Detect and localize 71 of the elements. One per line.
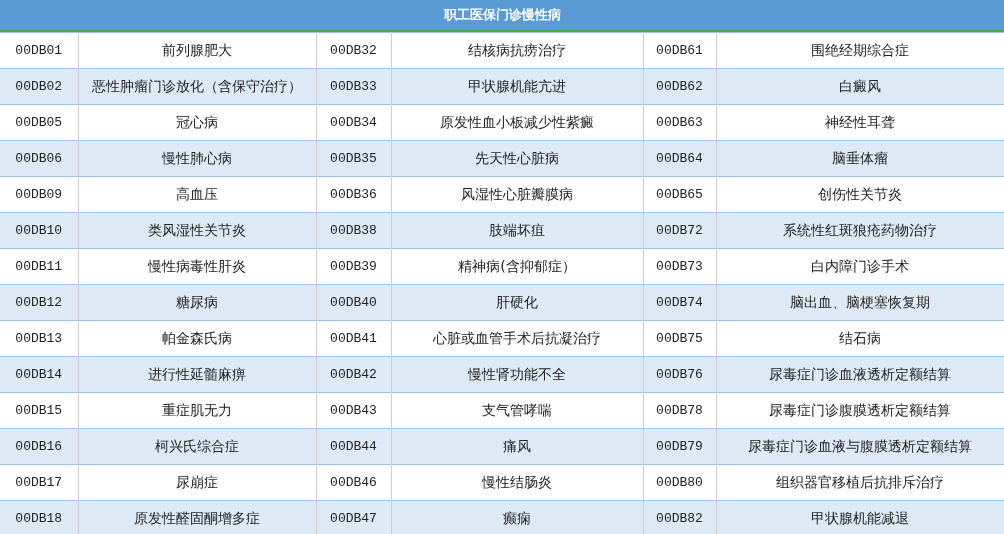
disease-code-cell: 00DB17 <box>0 464 78 501</box>
disease-code-cell: 00DB42 <box>316 356 391 393</box>
disease-name-cell: 精神病(含抑郁症） <box>391 248 643 285</box>
disease-code-cell: 00DB13 <box>0 320 78 357</box>
disease-code-cell: 00DB65 <box>643 176 716 213</box>
disease-name-cell: 甲状腺机能亢进 <box>391 68 643 105</box>
disease-code-cell: 00DB02 <box>0 68 78 105</box>
disease-code-cell: 00DB01 <box>0 32 78 69</box>
disease-name-cell: 慢性结肠炎 <box>391 464 643 501</box>
disease-name-cell: 糖尿病 <box>78 284 316 321</box>
disease-code-cell: 00DB79 <box>643 428 716 465</box>
disease-code-cell: 00DB33 <box>316 68 391 105</box>
disease-code-cell: 00DB76 <box>643 356 716 393</box>
disease-name-cell: 心脏或血管手术后抗凝治疗 <box>391 320 643 357</box>
table-title: 职工医保门诊慢性病 <box>0 0 1004 32</box>
disease-name-cell: 肢端坏疽 <box>391 212 643 249</box>
disease-name-cell: 原发性醛固酮增多症 <box>78 500 316 534</box>
disease-name-cell: 慢性肺心病 <box>78 140 316 177</box>
disease-code-cell: 00DB11 <box>0 248 78 285</box>
disease-code-cell: 00DB80 <box>643 464 716 501</box>
disease-code-cell: 00DB05 <box>0 104 78 141</box>
disease-code-cell: 00DB10 <box>0 212 78 249</box>
disease-name-cell: 风湿性心脏瓣膜病 <box>391 176 643 213</box>
disease-code-cell: 00DB73 <box>643 248 716 285</box>
disease-name-cell: 恶性肿瘤门诊放化（含保守治疗） <box>78 68 316 105</box>
disease-name-cell: 重症肌无力 <box>78 392 316 429</box>
disease-name-cell: 痛风 <box>391 428 643 465</box>
disease-code-cell: 00DB09 <box>0 176 78 213</box>
disease-code-cell: 00DB15 <box>0 392 78 429</box>
disease-name-cell: 类风湿性关节炎 <box>78 212 316 249</box>
disease-name-cell: 柯兴氏综合症 <box>78 428 316 465</box>
disease-name-cell: 尿崩症 <box>78 464 316 501</box>
disease-code-cell: 00DB64 <box>643 140 716 177</box>
disease-code-cell: 00DB61 <box>643 32 716 69</box>
disease-code-cell: 00DB41 <box>316 320 391 357</box>
disease-code-cell: 00DB18 <box>0 500 78 534</box>
disease-code-cell: 00DB06 <box>0 140 78 177</box>
disease-name-cell: 结核病抗痨治疗 <box>391 32 643 69</box>
disease-code-cell: 00DB75 <box>643 320 716 357</box>
disease-name-cell: 癫痫 <box>391 500 643 534</box>
disease-code-cell: 00DB74 <box>643 284 716 321</box>
disease-name-cell: 冠心病 <box>78 104 316 141</box>
disease-code-cell: 00DB82 <box>643 500 716 534</box>
disease-code-cell: 00DB62 <box>643 68 716 105</box>
disease-name-cell: 高血压 <box>78 176 316 213</box>
disease-code-cell: 00DB72 <box>643 212 716 249</box>
disease-code-cell: 00DB63 <box>643 104 716 141</box>
disease-code-cell: 00DB36 <box>316 176 391 213</box>
disease-code-cell: 00DB47 <box>316 500 391 534</box>
disease-name-cell: 原发性血小板减少性紫癜 <box>391 104 643 141</box>
disease-name-cell: 帕金森氏病 <box>78 320 316 357</box>
disease-code-cell: 00DB35 <box>316 140 391 177</box>
disease-code-cell: 00DB12 <box>0 284 78 321</box>
disease-name-cell: 先天性心脏病 <box>391 140 643 177</box>
disease-name-cell: 前列腺肥大 <box>78 32 316 69</box>
disease-name-cell: 支气管哮喘 <box>391 392 643 429</box>
disease-code-cell: 00DB40 <box>316 284 391 321</box>
disease-code-cell: 00DB16 <box>0 428 78 465</box>
disease-code-cell: 00DB78 <box>643 392 716 429</box>
disease-code-cell: 00DB39 <box>316 248 391 285</box>
disease-name-cell: 进行性延髓麻痹 <box>78 356 316 393</box>
disease-code-cell: 00DB32 <box>316 32 391 69</box>
disease-code-cell: 00DB46 <box>316 464 391 501</box>
disease-name-cell: 慢性肾功能不全 <box>391 356 643 393</box>
disease-code-cell: 00DB44 <box>316 428 391 465</box>
disease-code-cell: 00DB34 <box>316 104 391 141</box>
disease-name-cell: 肝硬化 <box>391 284 643 321</box>
disease-code-cell: 00DB43 <box>316 392 391 429</box>
disease-code-cell: 00DB14 <box>0 356 78 393</box>
disease-name-cell: 慢性病毒性肝炎 <box>78 248 316 285</box>
disease-code-cell: 00DB38 <box>316 212 391 249</box>
